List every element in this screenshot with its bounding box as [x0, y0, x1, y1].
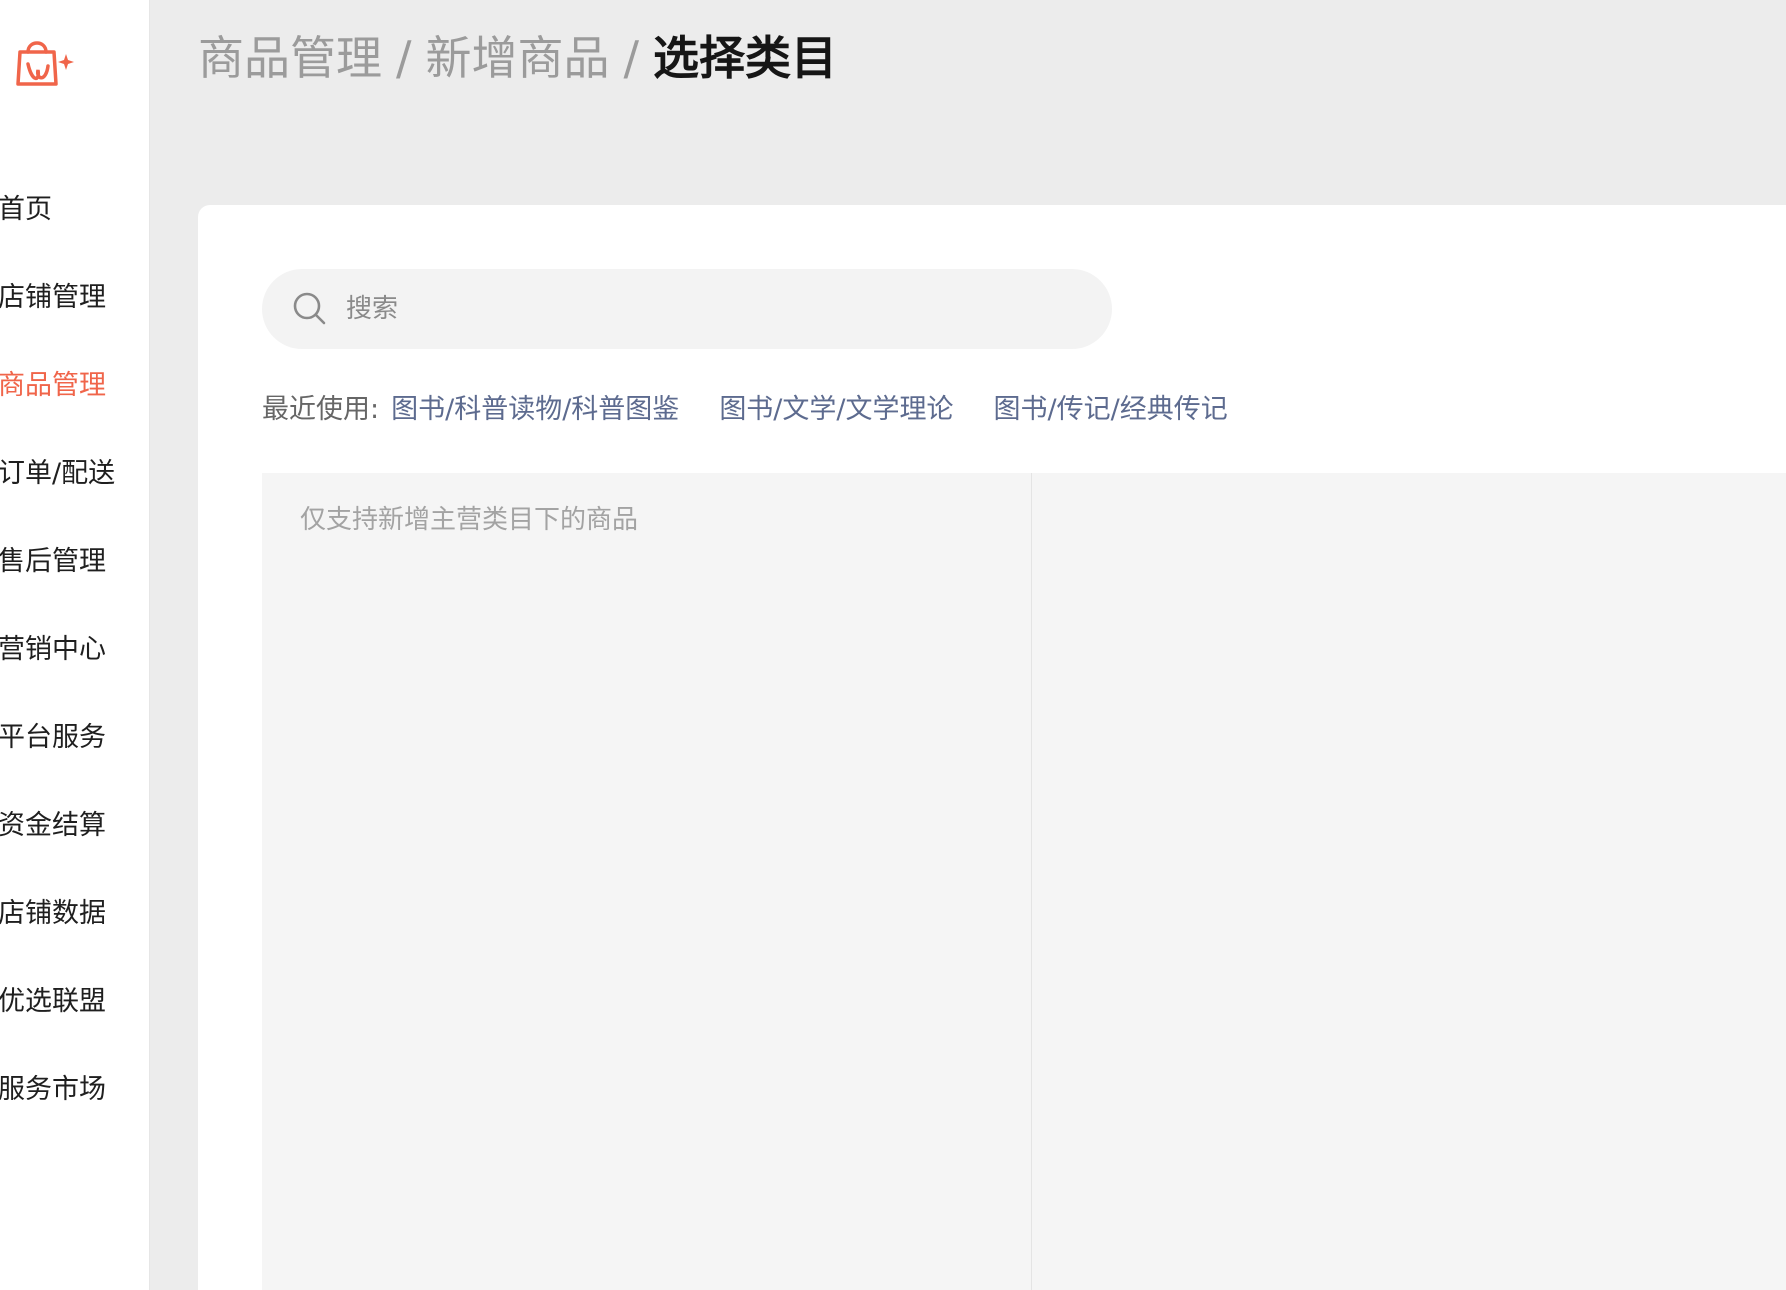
search-icon [290, 289, 330, 329]
recent-category-link[interactable]: 图书/科普读物/科普图鉴 [391, 390, 679, 430]
category-columns: 仅支持新增主营类目下的商品 [262, 473, 1786, 1290]
breadcrumb-add-product[interactable]: 新增商品 [426, 31, 610, 85]
sidebar-item-label: 服务市场 [0, 1074, 106, 1105]
sidebar-item-label: 商品管理 [0, 370, 106, 401]
sidebar-item-product-management[interactable]: 商品管理 [0, 356, 150, 444]
recent-categories: 最近使用: 图书/科普读物/科普图鉴 图书/文学/文学理论 图书/传记/经典传记 [262, 390, 1268, 430]
page-title: 选择类目 [653, 31, 837, 85]
app-root: 首页 店铺管理 商品管理 订单/配送 售后管理 营销中心 平台服务 资金结算 店… [0, 0, 1786, 1290]
breadcrumb-product-management[interactable]: 商品管理 [198, 31, 382, 85]
category-hint: 仅支持新增主营类目下的商品 [300, 505, 639, 535]
recent-category-link[interactable]: 图书/文学/文学理论 [719, 390, 953, 430]
sidebar-item-shop-management[interactable]: 店铺管理 [0, 268, 150, 356]
sidebar-nav: 首页 店铺管理 商品管理 订单/配送 售后管理 营销中心 平台服务 资金结算 店… [0, 180, 150, 1148]
sidebar: 首页 店铺管理 商品管理 订单/配送 售后管理 营销中心 平台服务 资金结算 店… [0, 0, 150, 1290]
breadcrumb-separator: / [623, 31, 640, 85]
sidebar-item-label: 订单/配送 [0, 458, 116, 489]
recent-label: 最近使用: [262, 394, 380, 425]
sidebar-item-shop-data[interactable]: 店铺数据 [0, 884, 150, 972]
sidebar-item-orders-delivery[interactable]: 订单/配送 [0, 444, 150, 532]
category-column-level1[interactable]: 仅支持新增主营类目下的商品 [262, 473, 1032, 1290]
shop-logo-icon[interactable] [14, 34, 78, 94]
sidebar-item-fund-settlement[interactable]: 资金结算 [0, 796, 150, 884]
sidebar-item-affiliate-alliance[interactable]: 优选联盟 [0, 972, 150, 1060]
sidebar-item-label: 优选联盟 [0, 986, 106, 1017]
search-input[interactable] [346, 279, 1086, 339]
recent-category-link[interactable]: 图书/传记/经典传记 [994, 390, 1228, 430]
sidebar-item-platform-services[interactable]: 平台服务 [0, 708, 150, 796]
sidebar-item-after-sales[interactable]: 售后管理 [0, 532, 150, 620]
sidebar-item-label: 资金结算 [0, 810, 106, 841]
sidebar-item-label: 售后管理 [0, 546, 106, 577]
category-column-level2[interactable] [1033, 473, 1786, 1290]
sidebar-item-label: 营销中心 [0, 634, 106, 665]
sidebar-item-label: 店铺数据 [0, 898, 106, 929]
sidebar-item-label: 店铺管理 [0, 282, 106, 313]
sidebar-item-label: 首页 [0, 194, 52, 225]
sidebar-item-home[interactable]: 首页 [0, 180, 150, 268]
sidebar-item-marketing-center[interactable]: 营销中心 [0, 620, 150, 708]
search-box[interactable] [262, 269, 1112, 349]
sidebar-item-service-market[interactable]: 服务市场 [0, 1060, 150, 1148]
category-selection-panel: 最近使用: 图书/科普读物/科普图鉴 图书/文学/文学理论 图书/传记/经典传记… [198, 205, 1786, 1290]
sidebar-item-label: 平台服务 [0, 722, 106, 753]
breadcrumb: 商品管理 / 新增商品 / 选择类目 [198, 28, 837, 88]
breadcrumb-separator: / [396, 31, 412, 85]
